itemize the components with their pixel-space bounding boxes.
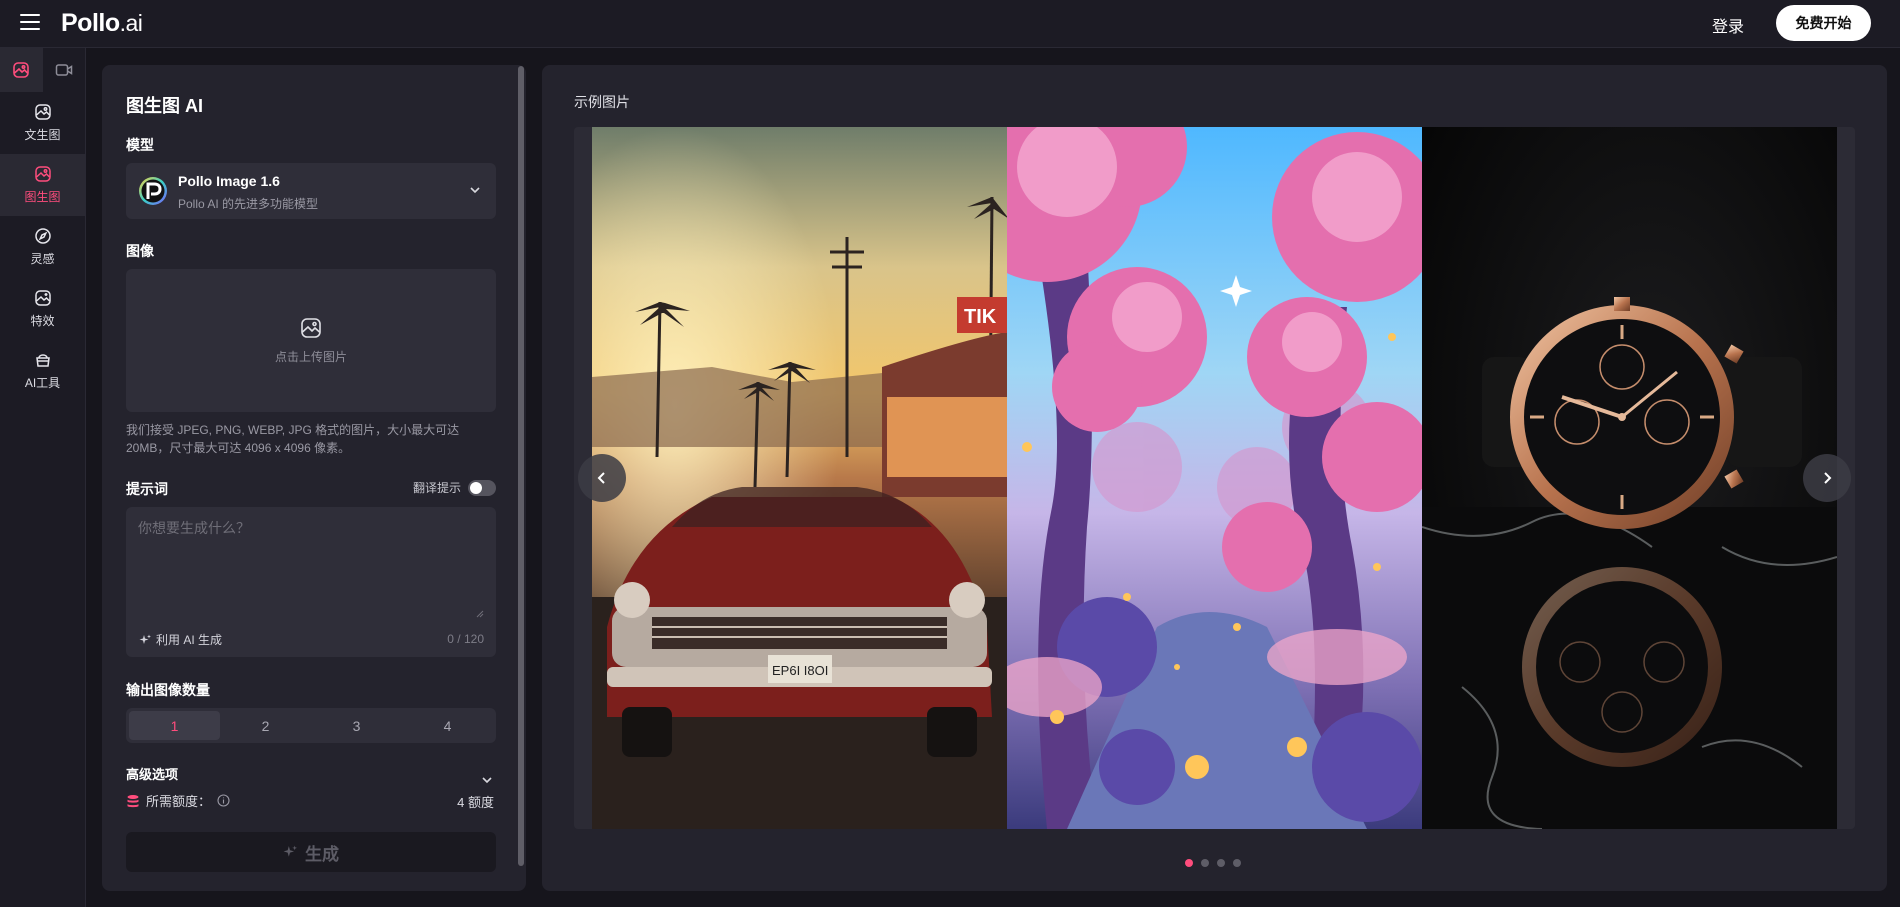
- sidebar-item-label: 图生图: [24, 190, 61, 204]
- diner-sign-text: TIK: [964, 306, 997, 328]
- carousel-dot-4[interactable]: [1233, 859, 1241, 867]
- model-name: Pollo Image 1.6: [178, 173, 280, 189]
- sidebar-item-effects[interactable]: 特效: [0, 278, 85, 340]
- count-option-3[interactable]: 3: [311, 711, 402, 740]
- sidebar-item-label: 特效: [30, 314, 55, 328]
- chevron-left-icon: [597, 472, 605, 484]
- resize-grip-icon[interactable]: [476, 610, 484, 618]
- sidebar-item-label: 文生图: [24, 128, 61, 142]
- carousel-prev-button[interactable]: [578, 454, 626, 502]
- carousel-dot-2[interactable]: [1201, 859, 1209, 867]
- generate-button[interactable]: 生成: [126, 832, 496, 872]
- info-icon[interactable]: [217, 794, 230, 807]
- prompt-input[interactable]: [126, 507, 496, 625]
- example-title: 示例图片: [574, 94, 630, 110]
- advanced-options-toggle[interactable]: 高级选项: [126, 764, 178, 783]
- image-count-selector: 1 2 3 4: [126, 708, 496, 743]
- sidebar-item-ai-tools[interactable]: AI工具: [0, 340, 85, 402]
- mode-tabs: [0, 48, 85, 92]
- text-to-image-icon: [34, 104, 51, 120]
- translate-toggle[interactable]: [468, 479, 496, 496]
- example-panel: 示例图片 TIK EP6I I8OI: [542, 65, 1887, 891]
- count-option-4[interactable]: 4: [402, 711, 493, 740]
- sparkle-icon: [139, 634, 151, 644]
- login-link[interactable]: 登录: [1712, 13, 1744, 37]
- upload-text: 点击上传图片: [274, 350, 347, 364]
- model-select[interactable]: Pollo Image 1.6 Pollo AI 的先进多功能模型: [126, 163, 496, 219]
- toggle-knob: [470, 481, 482, 494]
- video-mode-icon: [55, 64, 72, 76]
- sidebar-item-text-to-image[interactable]: 文生图: [0, 92, 85, 154]
- chevron-down-icon[interactable]: [480, 773, 494, 787]
- effects-icon: [34, 290, 51, 306]
- sidebar-item-image-to-image[interactable]: 图生图: [0, 154, 85, 216]
- translate-label: 翻译提示: [412, 481, 461, 495]
- prompt-label: 提示词: [126, 481, 168, 497]
- compass-icon: [34, 228, 51, 244]
- model-description: Pollo AI 的先进多功能模型: [178, 197, 319, 211]
- example-image-car: TIK EP6I I8OI: [592, 127, 1007, 829]
- left-sidebar: 文生图 图生图 灵感 特效 AI工具: [0, 48, 86, 907]
- carousel-dots: [1185, 859, 1249, 867]
- carousel-dot-1[interactable]: [1185, 859, 1193, 867]
- image-label: 图像: [126, 243, 154, 259]
- credits-value: 4 额度: [457, 795, 494, 810]
- pollo-model-logo-icon: [139, 177, 167, 205]
- ai-generate-label: 利用 AI 生成: [156, 633, 223, 647]
- translate-toggle-group: 翻译提示: [413, 479, 496, 496]
- prompt-box: 利用 AI 生成 0 / 120: [126, 507, 496, 657]
- count-option-2[interactable]: 2: [220, 711, 311, 740]
- sparkle-icon: [283, 845, 297, 857]
- char-counter: 0 / 120: [447, 632, 484, 646]
- sidebar-item-label: AI工具: [24, 376, 61, 390]
- image-to-image-icon: [34, 166, 51, 182]
- generate-label: 生成: [305, 844, 339, 864]
- example-carousel: TIK EP6I I8OI: [574, 127, 1855, 829]
- tab-video-mode[interactable]: [43, 48, 86, 92]
- example-image-forest: [1007, 127, 1422, 829]
- credits-stack-icon: [127, 794, 139, 807]
- ai-tools-icon: [35, 354, 50, 367]
- upload-image-icon: [301, 318, 321, 338]
- license-plate-text: EP6I I8OI: [772, 663, 828, 678]
- upload-hint: 我们接受 JPEG, PNG, WEBP, JPG 格式的图片，大小最大可达 2…: [126, 423, 460, 455]
- logo-suffix-text: .ai: [119, 10, 143, 36]
- example-image-watch: [1422, 127, 1837, 829]
- count-option-1[interactable]: 1: [129, 711, 220, 740]
- sidebar-item-inspiration[interactable]: 灵感: [0, 216, 85, 278]
- image-count-label: 输出图像数量: [126, 682, 210, 698]
- free-start-button[interactable]: 免费开始: [1776, 5, 1871, 41]
- sidebar-item-label: 灵感: [30, 252, 55, 266]
- logo-main-text: Pollo: [61, 9, 120, 37]
- settings-panel: 图生图 AI 模型 Pollo Image 1.6 Pollo AI 的先进多功…: [102, 65, 526, 891]
- pollo-logo[interactable]: Pollo.ai: [61, 9, 143, 38]
- ai-generate-button[interactable]: 利用 AI 生成: [139, 631, 222, 648]
- image-mode-icon: [13, 62, 30, 78]
- carousel-dot-3[interactable]: [1217, 859, 1225, 867]
- credits-row: 所需额度：: [126, 791, 230, 810]
- image-upload-area[interactable]: 点击上传图片: [126, 269, 496, 412]
- model-label: 模型: [126, 137, 154, 153]
- panel-scrollbar[interactable]: [518, 66, 524, 866]
- credits-label: 所需额度：: [146, 794, 212, 809]
- chevron-right-icon: [1824, 472, 1832, 484]
- carousel-next-button[interactable]: [1803, 454, 1851, 502]
- chevron-down-icon: [470, 187, 480, 194]
- tab-image-mode[interactable]: [0, 48, 43, 92]
- page-title: 图生图 AI: [126, 96, 204, 116]
- hamburger-menu-icon[interactable]: [20, 14, 40, 32]
- top-bar: Pollo.ai 登录 免费开始: [0, 0, 1900, 48]
